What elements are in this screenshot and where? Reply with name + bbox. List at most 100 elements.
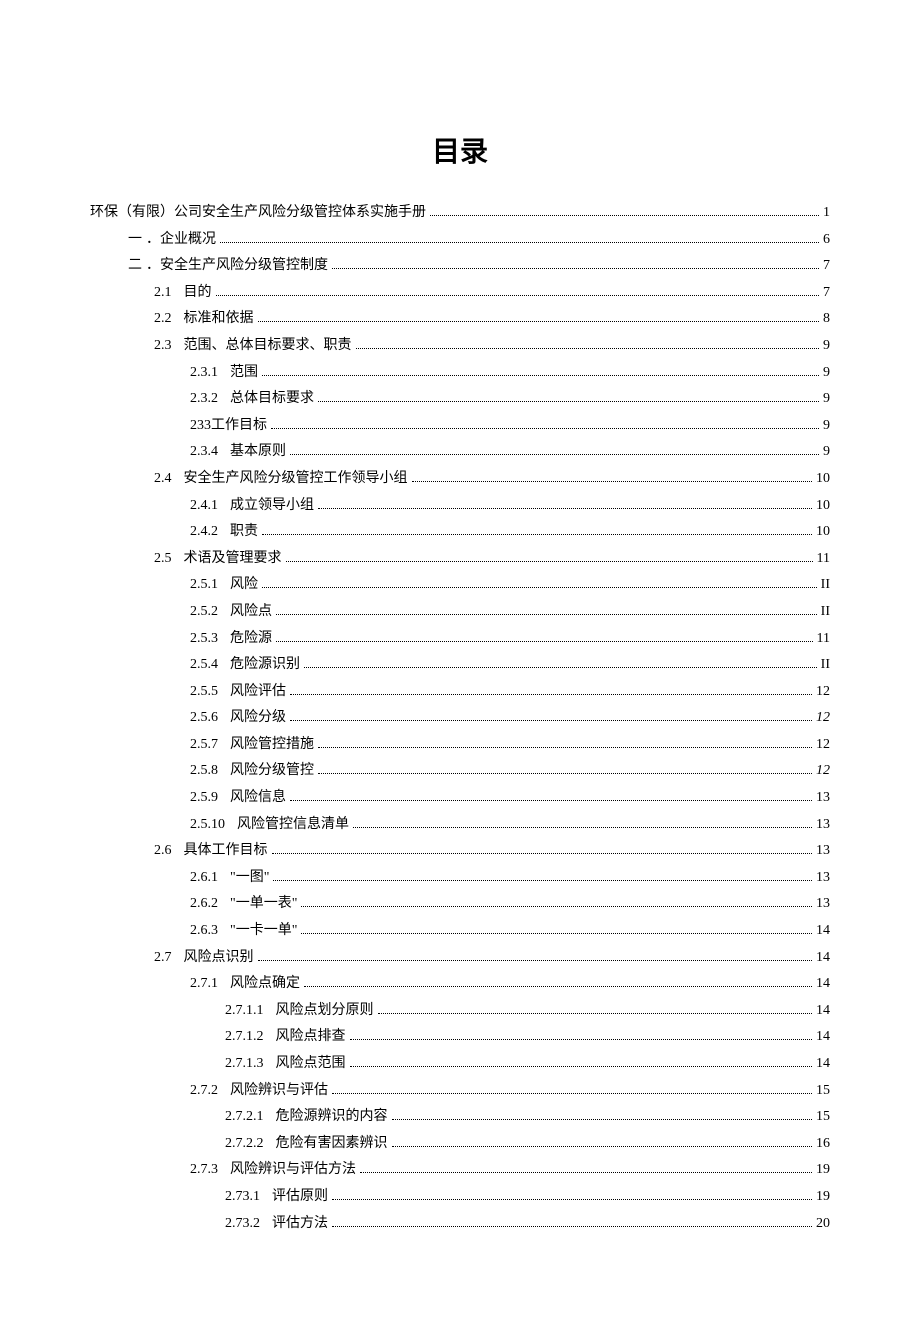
toc-entry-number: 2.5.9 bbox=[190, 785, 218, 812]
toc-entry-title: 标准和依据 bbox=[184, 306, 254, 333]
toc-entry-title: 风险信息 bbox=[230, 785, 286, 812]
toc-entry-title: 风险点划分原则 bbox=[276, 998, 374, 1025]
toc-entry-number: 2.7 bbox=[154, 945, 172, 972]
toc-leader-dots bbox=[262, 363, 819, 375]
toc-entry-title: 总体目标要求 bbox=[230, 386, 314, 413]
toc-leader-dots bbox=[276, 629, 813, 641]
toc-leader-dots bbox=[273, 869, 812, 881]
toc-entry-page: 13 bbox=[816, 838, 830, 865]
toc-entry-page: 9 bbox=[823, 386, 830, 413]
toc-entry-page: 12 bbox=[816, 758, 830, 785]
toc-entry-number: 2.7.3 bbox=[190, 1157, 218, 1184]
toc-entry-number: 2.7.1 bbox=[190, 971, 218, 998]
toc-entry-number: 2.1 bbox=[154, 280, 172, 307]
toc-entry-number: 2.5.3 bbox=[190, 626, 218, 653]
toc-entry-number: 2.7.1.1 bbox=[225, 998, 264, 1025]
toc-entry: 二．安全生产风险分级管控制度7 bbox=[90, 253, 830, 280]
toc-entry: 2.3.1 范围9 bbox=[90, 360, 830, 387]
toc-entry-number: 2.6.1 bbox=[190, 865, 218, 892]
toc-entry-number: 2.6.3 bbox=[190, 918, 218, 945]
toc-entry-number: 2.5 bbox=[154, 546, 172, 573]
toc-entry-page: 9 bbox=[823, 333, 830, 360]
toc-entry-page: 10 bbox=[816, 519, 830, 546]
toc-entry: 2.73.2 评估方法20 bbox=[90, 1211, 830, 1238]
toc-entry: 2.73.1 评估原则19 bbox=[90, 1184, 830, 1211]
toc-entry-page: 7 bbox=[823, 280, 830, 307]
toc-entry-page: 14 bbox=[816, 1051, 830, 1078]
toc-entry-page: 11 bbox=[817, 626, 830, 653]
toc-entry: 2.4.1 成立领导小组10 bbox=[90, 493, 830, 520]
toc-entry-title: 成立领导小组 bbox=[230, 493, 314, 520]
toc-leader-dots bbox=[356, 337, 820, 349]
toc-entry-number: 一 bbox=[124, 227, 146, 254]
toc-entry-page: 12 bbox=[816, 705, 830, 732]
toc-entry: 2.7.2.2 危险有害因素辨识16 bbox=[90, 1131, 830, 1158]
toc-entry: 2.3.2 总体目标要求9 bbox=[90, 386, 830, 413]
toc-entry-title: "一单一表" bbox=[230, 891, 297, 918]
toc-entry: 2.7.1.2 风险点排查14 bbox=[90, 1024, 830, 1051]
toc-entry-title: 环保（有限）公司安全生产风险分级管控体系实施手册 bbox=[90, 200, 426, 227]
toc-entry-page: 14 bbox=[816, 945, 830, 972]
toc-entry-title: 风险评估 bbox=[230, 679, 286, 706]
toc-entry: 2.5.1 风险II bbox=[90, 572, 830, 599]
toc-entry-number: 2.73.2 bbox=[225, 1211, 260, 1238]
toc-leader-dots bbox=[353, 815, 812, 827]
toc-entry: 2.5.4 危险源识别II bbox=[90, 652, 830, 679]
toc-entry-number: 2.4.2 bbox=[190, 519, 218, 546]
toc-entry-title: 范围 bbox=[230, 360, 258, 387]
toc-leader-dots bbox=[262, 576, 817, 588]
toc-entry-title: 评估原则 bbox=[272, 1184, 328, 1211]
toc-entry: 2.5.6 风险分级12 bbox=[90, 705, 830, 732]
toc-entry-page: 10 bbox=[816, 466, 830, 493]
toc-leader-dots bbox=[258, 948, 813, 960]
toc-leader-dots bbox=[360, 1161, 812, 1173]
toc-leader-dots bbox=[318, 390, 819, 402]
toc-entry-number: 2.3.1 bbox=[190, 360, 218, 387]
toc-leader-dots bbox=[286, 550, 813, 562]
toc-entry: 环保（有限）公司安全生产风险分级管控体系实施手册 1 bbox=[90, 200, 830, 227]
toc-entry-title: 风险点排查 bbox=[276, 1024, 346, 1051]
toc-entry-number: 2.4.1 bbox=[190, 493, 218, 520]
toc-entry-page: 13 bbox=[816, 812, 830, 839]
toc-leader-dots bbox=[350, 1028, 813, 1040]
toc-leader-dots bbox=[262, 523, 812, 535]
toc-leader-dots bbox=[258, 310, 820, 322]
toc-entry-page: 13 bbox=[816, 865, 830, 892]
toc-entry-title: "一图" bbox=[230, 865, 269, 892]
toc-entry: 2.6.1 "一图" 13 bbox=[90, 865, 830, 892]
toc-page: 目录 环保（有限）公司安全生产风险分级管控体系实施手册1一．企业概况6二．安全生… bbox=[0, 0, 920, 1317]
toc-leader-dots bbox=[430, 204, 819, 216]
toc-leader-dots bbox=[301, 922, 812, 934]
toc-entry-title: 风险辨识与评估方法 bbox=[230, 1157, 356, 1184]
toc-leader-dots bbox=[318, 736, 812, 748]
toc-entry: 2.5.5 风险评估12 bbox=[90, 679, 830, 706]
toc-entry-page: 1 bbox=[823, 200, 830, 227]
toc-entry: 一．企业概况6 bbox=[90, 227, 830, 254]
toc-entry-title: 范围、总体目标要求、职责 bbox=[184, 333, 352, 360]
toc-leader-dots bbox=[318, 496, 812, 508]
toc-entry-title: 风险点确定 bbox=[230, 971, 300, 998]
toc-entry-title: 风险管控措施 bbox=[230, 732, 314, 759]
toc-entry-page: 8 bbox=[823, 306, 830, 333]
toc-entry: 2.7.2 风险辨识与评估15 bbox=[90, 1078, 830, 1105]
toc-entry-page: II bbox=[821, 599, 830, 626]
toc-entry: 2.1 目的7 bbox=[90, 280, 830, 307]
toc-leader-dots bbox=[378, 1002, 813, 1014]
toc-entry: 2.7.1 风险点确定14 bbox=[90, 971, 830, 998]
toc-entry-title: 具体工作目标 bbox=[184, 838, 268, 865]
toc-entry: 233工作目标9 bbox=[90, 413, 830, 440]
toc-entry-title: 风险辨识与评估 bbox=[230, 1078, 328, 1105]
toc-entry-title: "一卡一单" bbox=[230, 918, 297, 945]
toc-entry-number: 2.7.2 bbox=[190, 1078, 218, 1105]
toc-entry-page: 11 bbox=[817, 546, 830, 573]
toc-entry: 2.7.2.1 危险源辨识的内容15 bbox=[90, 1104, 830, 1131]
toc-entry-page: 14 bbox=[816, 998, 830, 1025]
toc-entry: 2.4 安全生产风险分级管控工作领导小组10 bbox=[90, 466, 830, 493]
toc-entry-title: 评估方法 bbox=[272, 1211, 328, 1238]
toc-entry-title: 风险分级 bbox=[230, 705, 286, 732]
toc-entry: 2.7.3 风险辨识与评估方法19 bbox=[90, 1157, 830, 1184]
toc-entry-page: 15 bbox=[816, 1104, 830, 1131]
toc-entry-number: 2.6 bbox=[154, 838, 172, 865]
toc-entry-number: 2.5.1 bbox=[190, 572, 218, 599]
toc-leader-dots bbox=[290, 709, 812, 721]
